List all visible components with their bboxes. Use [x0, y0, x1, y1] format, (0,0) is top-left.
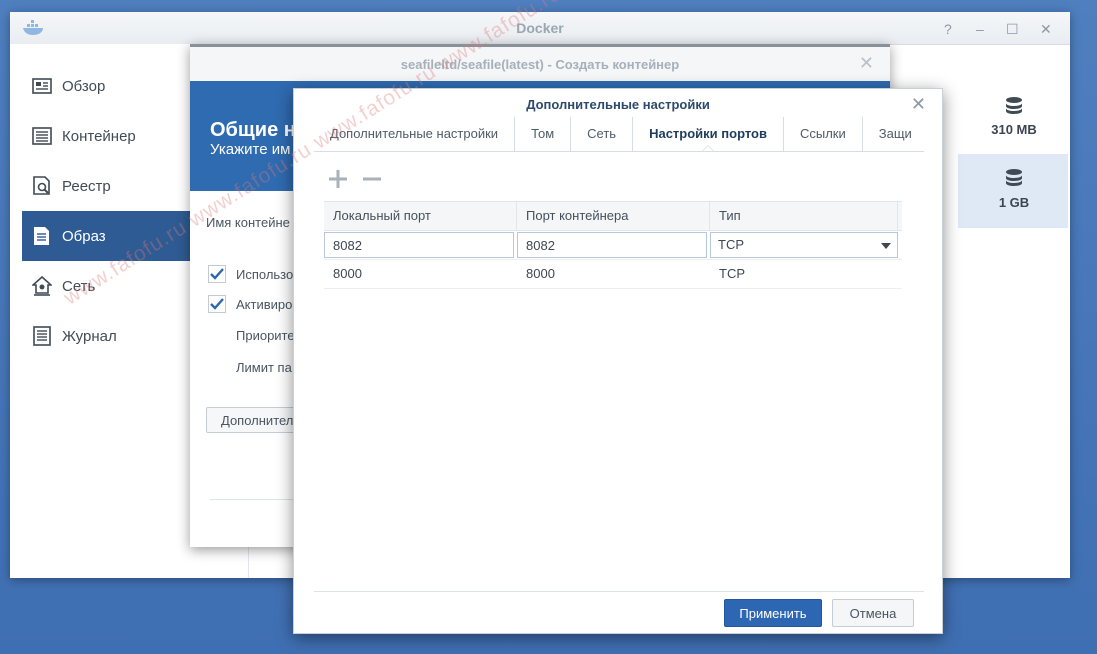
column-header-type[interactable]: Тип — [710, 202, 898, 230]
tab-network[interactable]: Сеть — [571, 117, 634, 151]
memory-limit-label: Лимит па — [236, 360, 292, 375]
selected-image-row[interactable] — [958, 154, 1068, 228]
table-row[interactable]: TCP — [324, 231, 902, 260]
priority-label: Приорите — [236, 328, 295, 343]
port-table: Локальный порт Порт контейнера Тип TCP 8… — [324, 201, 902, 289]
local-port-cell: 8000 — [333, 266, 362, 281]
cancel-button[interactable]: Отмена — [832, 599, 914, 627]
checkbox-option-1[interactable] — [208, 265, 226, 283]
sidebar-item-label: Контейнер — [62, 127, 136, 145]
close-icon[interactable]: ✕ — [859, 53, 874, 74]
column-header-local-port[interactable]: Локальный порт — [324, 202, 517, 230]
log-icon — [32, 326, 52, 346]
minimize-icon[interactable]: – — [976, 21, 984, 37]
database-icon — [1006, 169, 1022, 186]
type-select[interactable]: TCP — [710, 232, 898, 258]
container-port-cell — [517, 231, 710, 259]
create-container-titlebar: seafileltd/seafile(latest) - Создать кон… — [190, 47, 890, 82]
option-2-label: Активиро — [236, 297, 293, 312]
column-header-container-port[interactable]: Порт контейнера — [517, 202, 710, 230]
sidebar-item-label: Реестр — [62, 177, 111, 195]
local-port-input[interactable] — [324, 232, 514, 258]
type-cell: TCP — [710, 231, 898, 259]
tab-port-settings[interactable]: Настройки портов — [633, 117, 784, 151]
tab-links[interactable]: Ссылки — [784, 117, 863, 151]
checkbox-option-2[interactable] — [208, 295, 226, 313]
add-icon[interactable] — [326, 167, 350, 191]
tab-security[interactable]: Защи — [863, 117, 924, 151]
docker-window-title: Docker — [516, 20, 564, 36]
divider — [314, 591, 924, 592]
chevron-down-icon — [881, 243, 891, 249]
type-cell: TCP — [719, 266, 745, 281]
registry-icon — [32, 176, 52, 196]
table-header: Локальный порт Порт контейнера Тип — [324, 201, 902, 231]
type-select-value: TCP — [718, 237, 744, 252]
container-icon — [32, 126, 52, 146]
window-close-icon[interactable]: ✕ — [1040, 21, 1052, 38]
sidebar-item-label: Сеть — [62, 277, 96, 295]
close-icon[interactable]: ✕ — [911, 94, 926, 115]
container-port-cell: 8000 — [526, 266, 555, 281]
image-size-2: 1 GB — [998, 195, 1030, 210]
tab-advanced-settings[interactable]: Дополнительные настройки — [314, 117, 516, 151]
local-port-cell — [324, 231, 517, 259]
overview-icon — [32, 76, 52, 96]
wizard-header-title: Общие н — [210, 119, 296, 141]
image-icon — [32, 226, 52, 246]
docker-titlebar: Docker ? – ☐ ✕ — [10, 12, 1070, 45]
table-row[interactable]: 8000 8000 TCP — [324, 260, 902, 289]
tab-volume[interactable]: Том — [515, 117, 572, 151]
create-container-title: seafileltd/seafile(latest) - Создать кон… — [400, 57, 680, 72]
image-size-1: 310 MB — [991, 122, 1037, 137]
remove-icon[interactable] — [360, 167, 384, 191]
network-icon — [32, 276, 52, 296]
advanced-settings-dialog: Дополнительные настройки ✕ Дополнительны… — [293, 88, 943, 634]
container-port-input[interactable] — [517, 232, 707, 258]
dialog-title: Дополнительные настройки — [526, 97, 710, 112]
maximize-icon[interactable]: ☐ — [1006, 21, 1019, 38]
option-1-label: Использо — [236, 267, 294, 282]
database-icon — [1006, 97, 1022, 114]
help-icon[interactable]: ? — [944, 21, 952, 37]
apply-button[interactable]: Применить — [724, 599, 822, 627]
wizard-header-subtitle: Укажите им — [210, 141, 291, 158]
tab-bar: Дополнительные настройки Том Сеть Настройки… — [314, 117, 924, 152]
container-name-label: Имя контейне — [206, 215, 290, 230]
sidebar-item-label: Образ — [62, 227, 106, 245]
sidebar-item-label: Обзор — [62, 77, 106, 95]
sidebar-item-label: Журнал — [62, 327, 117, 345]
